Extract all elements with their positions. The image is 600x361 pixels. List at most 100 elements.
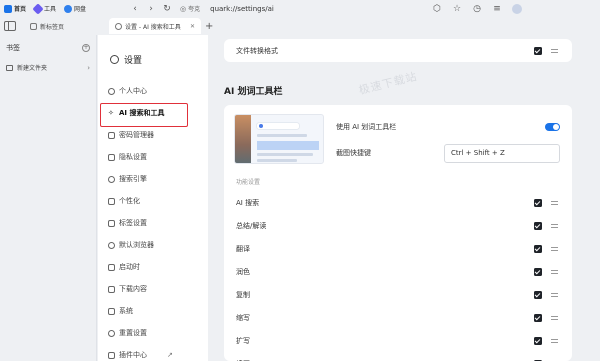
sidebar-item-default-browser[interactable]: 默认浏览器: [98, 234, 208, 256]
settings-content: 文件转换格式 极速下载站 AI 划词工具栏 使用 AI 划词工具栏 截图快捷键 …: [208, 35, 600, 361]
sidebar-item-label: 密码管理器: [119, 131, 154, 139]
checkbox[interactable]: [534, 244, 542, 253]
feature-header: 功能设置: [236, 178, 261, 186]
sidebar-item-passwords[interactable]: 密码管理器: [98, 124, 208, 146]
checkbox[interactable]: [534, 313, 542, 322]
menu-icon[interactable]: ≡: [490, 2, 504, 16]
row-label: AI 搜索: [236, 198, 260, 207]
drag-handle-icon[interactable]: [551, 200, 558, 205]
reload-icon[interactable]: ↻: [160, 2, 174, 16]
grid-icon: [108, 351, 115, 359]
add-bookmark-icon[interactable]: +: [82, 44, 90, 52]
download-icon: [108, 285, 115, 293]
checkbox[interactable]: [534, 290, 542, 299]
row-label: 润色: [236, 267, 250, 276]
sidebar-item-privacy[interactable]: 隐私设置: [98, 146, 208, 168]
app-switcher: 首页 工具 网盘: [0, 2, 110, 15]
sidebar-item-downloads[interactable]: 下载内容: [98, 278, 208, 300]
feature-row: 续写: [224, 352, 572, 361]
sidebar-item-system[interactable]: 系统: [98, 300, 208, 322]
row-label: 扩写: [236, 336, 250, 345]
close-icon[interactable]: ✕: [190, 23, 195, 30]
sidebar-item-ai-tools[interactable]: ✧ AI 搜索和工具: [98, 102, 208, 127]
preview-selection: [257, 141, 319, 150]
preview-photo: [235, 115, 251, 163]
history-icon[interactable]: ◷: [470, 2, 484, 16]
checkbox[interactable]: [534, 198, 542, 207]
drag-handle-icon[interactable]: [551, 338, 558, 343]
feature-list: 功能设置 AI 搜索 总结/解读 翻译 润色 复制 缩写 扩写: [224, 171, 572, 361]
avatar[interactable]: [512, 3, 522, 14]
settings-row: 文件转换格式: [224, 39, 572, 62]
checkbox[interactable]: [534, 221, 542, 230]
bookmarks-title: 书签: [6, 44, 20, 52]
power-icon: [108, 263, 115, 271]
app-home[interactable]: 首页: [4, 4, 26, 13]
new-tab-icon: [30, 22, 37, 30]
sidebar-item-label: 搜索引擎: [119, 175, 147, 183]
checkbox[interactable]: [534, 336, 542, 345]
address-bar[interactable]: ◎ 夸克 quark://settings/ai: [180, 2, 420, 16]
preview-line: [257, 159, 297, 162]
enable-toolbar-row: 使用 AI 划词工具栏: [324, 115, 572, 138]
app-tools[interactable]: 工具: [32, 2, 56, 15]
row-label: 总结/解读: [236, 221, 267, 230]
bookmarks-header: 书签 +: [0, 35, 96, 53]
drag-handle-icon[interactable]: [551, 48, 558, 53]
navigation-buttons: ‹ › ↻: [128, 2, 176, 16]
back-icon[interactable]: ‹: [128, 2, 142, 16]
bookmark-folder-label: 新建文件夹: [17, 65, 48, 72]
sidebar-item-tabs[interactable]: 标签设置: [98, 212, 208, 234]
feature-row: 翻译: [224, 237, 572, 260]
new-tab-button[interactable]: +: [205, 21, 213, 32]
tab-new-tab[interactable]: 新标签页: [24, 18, 104, 34]
sidebar-item-startup[interactable]: 启动时: [98, 256, 208, 278]
search-icon: [108, 175, 115, 183]
feature-row: 复制: [224, 283, 572, 306]
feature-row: 润色: [224, 260, 572, 283]
sidebar-item-label: 重置设置: [119, 329, 147, 337]
sidebar-toggle-icon[interactable]: [4, 21, 16, 31]
drag-handle-icon[interactable]: [551, 292, 558, 297]
feature-row: 总结/解读: [224, 214, 572, 237]
extension-icon[interactable]: ⬡: [430, 2, 444, 16]
sidebar-item-profile[interactable]: 个人中心: [98, 80, 208, 102]
drag-handle-icon[interactable]: [551, 223, 558, 228]
tab-settings[interactable]: 设置 - AI 搜索和工具 ✕: [109, 18, 201, 34]
preview-line: [257, 134, 307, 137]
enable-toolbar-toggle[interactable]: [545, 122, 560, 131]
row-label: 文件转换格式: [236, 46, 278, 55]
cloud-drive-icon: [64, 4, 73, 13]
checkbox[interactable]: [534, 267, 542, 276]
app-cloud-drive[interactable]: 网盘: [64, 4, 86, 13]
bookmark-star-icon[interactable]: ☆: [450, 2, 464, 16]
preview-line: [257, 153, 313, 156]
url-text[interactable]: quark://settings/ai: [210, 5, 274, 13]
sidebar-item-search-engine[interactable]: 搜索引擎: [98, 168, 208, 190]
shortcut-row: 截图快捷键 Ctrl + Shift + Z: [324, 141, 572, 165]
toolbar-right: ⬡ ☆ ◷ ≡: [430, 2, 522, 16]
drag-handle-icon[interactable]: [551, 269, 558, 274]
settings-title: 设置: [98, 35, 208, 66]
tab-label: 新标签页: [40, 23, 65, 31]
drag-handle-icon[interactable]: [551, 246, 558, 251]
checkbox[interactable]: [534, 46, 542, 55]
sidebar-item-extensions[interactable]: 插件中心 ↗: [98, 344, 208, 361]
toolbar-preview-image: [234, 114, 324, 164]
tools-icon: [32, 2, 44, 15]
forward-icon[interactable]: ›: [144, 2, 158, 16]
row-label: 翻译: [236, 244, 250, 253]
palette-icon: [108, 197, 115, 205]
feature-row: AI 搜索: [224, 191, 572, 214]
sidebar-item-reset[interactable]: 重置设置: [98, 322, 208, 344]
shortcut-input[interactable]: Ctrl + Shift + Z: [444, 143, 560, 163]
lock-icon: [108, 153, 115, 161]
shield-icon: ◎: [180, 4, 187, 13]
bookmark-folder[interactable]: 新建文件夹 ›: [0, 53, 96, 72]
home-icon: [4, 4, 12, 13]
sidebar-item-personalize[interactable]: 个性化: [98, 190, 208, 212]
drag-handle-icon[interactable]: [551, 315, 558, 320]
tab-label: 设置 - AI 搜索和工具: [125, 23, 181, 31]
watermark: 极速下载站: [357, 69, 419, 98]
settings-title-label: 设置: [124, 56, 143, 66]
